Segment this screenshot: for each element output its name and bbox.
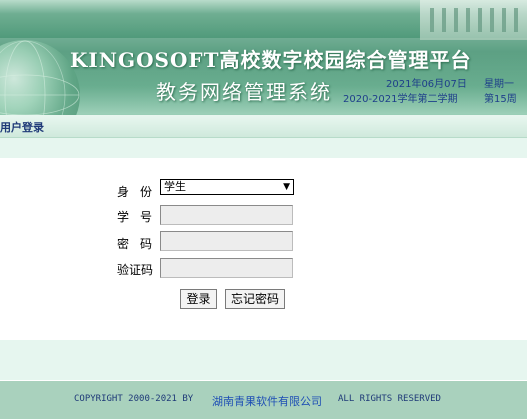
role-select[interactable]: 学生 ▼ (160, 179, 294, 195)
system-title: KINGOSOFT高校数字校园综合管理平台 (70, 48, 472, 72)
login-button[interactable]: 登录 (180, 289, 217, 309)
globe-grid-graphic (0, 40, 80, 115)
campus-building-graphic (420, 0, 527, 40)
header-banner: KINGOSOFT高校数字校园综合管理平台 教务网络管理系统 2021年06月0… (0, 0, 527, 115)
academic-term: 2020-2021学年第二学期 (343, 94, 458, 105)
subsystem-title: 教务网络管理系统 (156, 80, 332, 104)
username-label: 学号 (117, 210, 164, 224)
rights-text: ALL RIGHTS RESERVED (338, 394, 441, 404)
academic-week: 第15周 (484, 94, 517, 105)
captcha-label: 验证码 (117, 263, 154, 277)
panel-top-strip (0, 138, 527, 158)
panel-bottom-strip (0, 340, 527, 380)
tab-user-login[interactable]: 用户登录 (0, 119, 44, 135)
username-input[interactable] (160, 205, 293, 225)
forgot-password-button[interactable]: 忘记密码 (225, 289, 285, 309)
copyright-text: COPYRIGHT 2000-2021 BY (74, 394, 194, 404)
tab-bar: 用户登录 (0, 115, 527, 138)
role-label: 身份 (117, 185, 164, 199)
current-date: 2021年06月07日 (386, 79, 467, 90)
company-link[interactable]: 湖南青果软件有限公司 (212, 393, 322, 409)
role-selected-value: 学生 (164, 180, 186, 193)
password-input[interactable] (160, 231, 293, 251)
captcha-input[interactable] (160, 258, 293, 278)
dropdown-arrow-icon[interactable]: ▼ (283, 180, 290, 194)
password-label: 密码 (117, 237, 164, 251)
current-weekday: 星期一 (484, 79, 514, 90)
